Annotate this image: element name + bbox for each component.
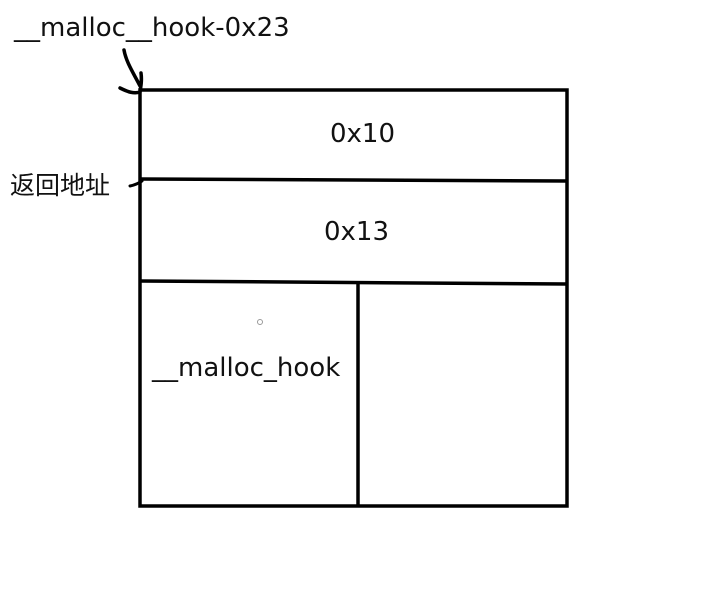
stray-dot: [257, 319, 263, 325]
memory-block-outline: [138, 88, 569, 508]
cell-row2-value: 0x13: [324, 217, 390, 247]
side-pointer-label: 返回地址: [10, 171, 111, 200]
top-pointer-label: __malloc__hook-0x23: [14, 13, 290, 43]
top-pointer-arrow: [122, 48, 142, 88]
cell-bottom-left-value: __malloc_hook: [152, 353, 341, 383]
row-divider-1: [139, 177, 568, 183]
row-divider-2: [139, 279, 568, 286]
cell-row1-value: 0x10: [330, 119, 396, 149]
memory-diagram: [118, 48, 569, 508]
